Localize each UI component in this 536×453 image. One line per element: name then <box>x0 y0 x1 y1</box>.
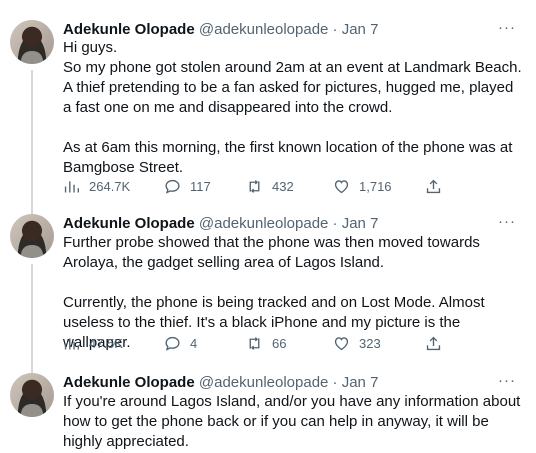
retweet-button[interactable]: 66 <box>246 333 286 353</box>
reply-button[interactable]: 4 <box>164 333 197 353</box>
views-button[interactable]: 47.5K <box>63 333 123 353</box>
separator-dot: · <box>332 21 338 38</box>
share-upload-icon <box>426 336 441 350</box>
speech-bubble-icon <box>165 336 180 351</box>
more-options-icon[interactable]: ··· <box>496 373 518 391</box>
retweet-button[interactable]: 432 <box>246 176 294 196</box>
like-count: 323 <box>359 335 381 351</box>
views-count: 47.5K <box>89 335 123 351</box>
author-handle[interactable]: @adekunleolopade <box>199 374 329 391</box>
tweet-header: Adekunle Olopade @adekunleolopade · Jan … <box>63 373 378 393</box>
tweet-text: If you're around Lagos Island, and/or yo… <box>63 393 521 450</box>
author-name[interactable]: Adekunle Olopade <box>63 21 195 38</box>
like-count: 1,716 <box>359 178 392 194</box>
retweet-arrows-icon <box>249 336 260 350</box>
share-upload-icon <box>426 179 441 193</box>
tweet-header: Adekunle Olopade @adekunleolopade · Jan … <box>63 20 378 40</box>
bar-chart-icon <box>64 337 79 349</box>
heart-icon <box>334 336 349 350</box>
speech-bubble-icon <box>165 179 180 194</box>
tweet-date[interactable]: Jan 7 <box>342 374 379 391</box>
reply-button[interactable]: 117 <box>164 176 211 196</box>
tweet-date[interactable]: Jan 7 <box>342 215 379 232</box>
share-button[interactable] <box>425 333 442 353</box>
avatar[interactable] <box>10 373 54 417</box>
more-options-icon[interactable]: ··· <box>496 214 518 232</box>
tweet-header: Adekunle Olopade @adekunleolopade · Jan … <box>63 214 378 234</box>
retweet-count: 66 <box>272 335 287 351</box>
reply-count: 4 <box>190 335 198 351</box>
reply-count: 117 <box>190 178 211 194</box>
thread-line <box>31 70 33 220</box>
like-button[interactable]: 323 <box>333 333 381 353</box>
share-button[interactable] <box>425 176 442 196</box>
heart-icon <box>334 179 349 193</box>
author-handle[interactable]: @adekunleolopade <box>199 215 329 232</box>
tweet-date[interactable]: Jan 7 <box>342 21 379 38</box>
more-options-icon[interactable]: ··· <box>496 20 518 38</box>
avatar[interactable] <box>10 214 54 258</box>
retweet-arrows-icon <box>249 179 260 193</box>
bar-chart-icon <box>64 180 79 192</box>
author-name[interactable]: Adekunle Olopade <box>63 374 195 391</box>
views-count: 264.7K <box>89 178 131 194</box>
views-button[interactable]: 264.7K <box>63 176 130 196</box>
tweet-text: Hi guys. So my phone got stolen around 2… <box>63 39 522 176</box>
tweet-actions: 47.5K 4 66 323 <box>63 333 463 353</box>
separator-dot: · <box>332 374 338 391</box>
like-button[interactable]: 1,716 <box>333 176 392 196</box>
tweet-actions: 264.7K 117 432 1,716 <box>63 176 463 196</box>
avatar[interactable] <box>10 20 54 64</box>
separator-dot: · <box>332 215 338 232</box>
author-name[interactable]: Adekunle Olopade <box>63 215 195 232</box>
thread-line <box>31 264 33 374</box>
author-handle[interactable]: @adekunleolopade <box>199 21 329 38</box>
retweet-count: 432 <box>272 178 294 194</box>
